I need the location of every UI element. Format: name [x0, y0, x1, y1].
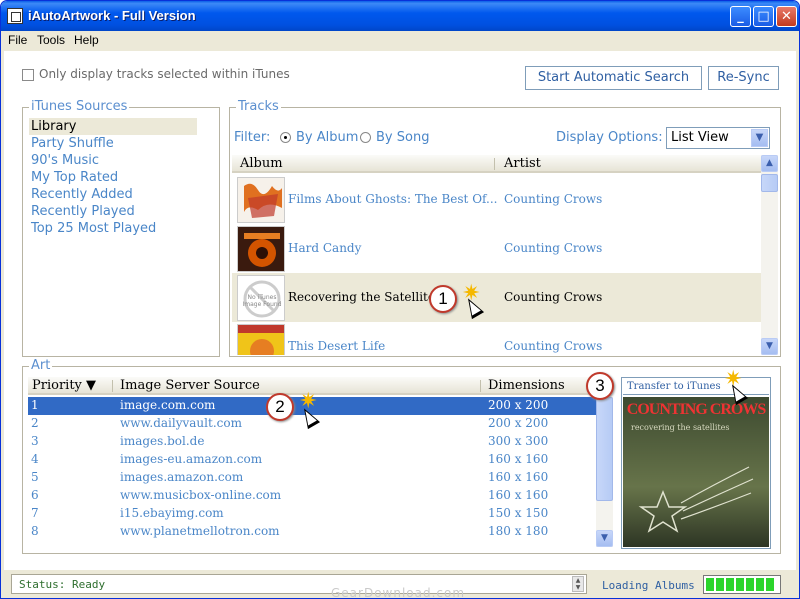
no-image-thumbnail: No iTunes Image Found [237, 275, 285, 321]
callout-3: 3 [586, 372, 614, 400]
scroll-thumb[interactable] [761, 174, 778, 192]
source-recently-played[interactable]: Recently Played [29, 203, 197, 220]
scroll-up-icon[interactable]: ▲ [761, 155, 778, 172]
dimensions-column-header[interactable]: Dimensions [488, 378, 565, 393]
preview-band-name: COUNTING CROWS [626, 401, 766, 418]
menu-help[interactable]: Help [74, 33, 99, 47]
resync-button[interactable]: Re-Sync [708, 66, 779, 90]
track-album: Recovering the Satellites [288, 290, 442, 304]
menu-tools[interactable]: Tools [37, 33, 65, 47]
source-my-top-rated[interactable]: My Top Rated [29, 169, 197, 186]
chevron-down-icon: ▼ [751, 129, 768, 147]
art-group: Art Priority ▼ Image Server Source Dimen… [22, 358, 781, 554]
app-window: iAutoArtwork - Full Version _ □ ✕ File T… [0, 0, 800, 599]
only-selected-label: Only display tracks selected within iTun… [39, 67, 290, 81]
scroll-thumb[interactable] [596, 397, 613, 501]
itunes-sources-group: iTunes Sources Library Party Shuffle 90'… [22, 99, 220, 357]
tracks-table: Album Artist Films About Ghosts: The Bes… [232, 155, 778, 355]
track-row-selected[interactable]: No iTunes Image Found Recovering the Sat… [232, 273, 761, 322]
no-image-text: No iTunes Image Found [242, 294, 282, 308]
spinner-icon[interactable]: ▲ ▼ [572, 576, 584, 592]
status-panel: Status: Ready ▲ ▼ [11, 574, 587, 594]
track-row[interactable]: This Desert Life Counting Crows [232, 322, 761, 355]
art-row[interactable]: 7 i15.ebayimg.com 150 x 150 [28, 505, 596, 523]
by-song-label: By Song [376, 130, 430, 145]
loading-progress-bar [703, 575, 781, 594]
source-party-shuffle[interactable]: Party Shuffle [29, 135, 197, 152]
track-artist: Counting Crows [504, 241, 603, 255]
preview-subtitle: recovering the satellites [631, 423, 730, 432]
maximize-button[interactable]: □ [753, 6, 774, 27]
filter-label: Filter: [234, 130, 271, 145]
album-art-preview: COUNTING CROWS recovering the satellites [623, 397, 769, 547]
artist-column-header[interactable]: Artist [504, 156, 541, 171]
tracks-legend: Tracks [236, 99, 281, 114]
sort-down-icon: ▼ [86, 378, 97, 393]
window-title: iAutoArtwork - Full Version [28, 8, 196, 23]
source-top-25[interactable]: Top 25 Most Played [29, 220, 197, 237]
start-search-button[interactable]: Start Automatic Search [525, 66, 702, 90]
track-album: Hard Candy [288, 241, 362, 255]
album-thumbnail [237, 324, 285, 355]
close-button[interactable]: ✕ [776, 6, 797, 27]
transfer-to-itunes-button[interactable]: Transfer to iTunes [623, 379, 769, 395]
menu-file[interactable]: File [8, 33, 27, 47]
art-row[interactable]: 6 www.musicbox-online.com 160 x 160 [28, 487, 596, 505]
by-album-label: By Album [296, 130, 359, 145]
display-options-label: Display Options: [556, 130, 663, 145]
art-preview-panel: Transfer to iTunes COUNTING CROWS recove… [621, 377, 771, 549]
track-artist: Counting Crows [504, 192, 603, 206]
client-area: Only display tracks selected within iTun… [4, 51, 796, 570]
tracks-scrollbar[interactable]: ▲ ▼ [761, 155, 778, 355]
track-album: This Desert Life [288, 339, 386, 353]
art-table: Priority ▼ Image Server Source Dimension… [28, 377, 613, 547]
app-icon [7, 8, 23, 24]
track-row[interactable]: Films About Ghosts: The Best Of... Count… [232, 175, 761, 224]
display-options-value: List View [671, 130, 729, 145]
callout-2: 2 [266, 393, 294, 421]
source-column-header[interactable]: Image Server Source [120, 378, 260, 393]
album-column-header[interactable]: Album [240, 156, 283, 171]
source-library[interactable]: Library [29, 118, 197, 135]
only-selected-checkbox[interactable] [22, 69, 34, 81]
tracks-table-header: Album Artist [232, 155, 761, 173]
shooting-star-icon [638, 466, 754, 533]
track-album: Films About Ghosts: The Best Of... [288, 192, 498, 206]
source-recently-added[interactable]: Recently Added [29, 186, 197, 203]
progress-fill [706, 578, 775, 591]
tracks-group: Tracks Filter: By Album By Song Display … [229, 99, 781, 357]
by-album-radio[interactable] [280, 132, 291, 143]
album-thumbnail [237, 177, 285, 223]
by-song-radio[interactable] [360, 132, 371, 143]
minimize-button[interactable]: _ [730, 6, 751, 27]
scroll-down-icon[interactable]: ▼ [761, 338, 778, 355]
itunes-sources-legend: iTunes Sources [29, 99, 130, 114]
sources-list: Library Party Shuffle 90's Music My Top … [29, 118, 197, 237]
scroll-down-icon[interactable]: ▼ [596, 530, 613, 547]
menu-bar: File Tools Help [1, 31, 799, 49]
track-artist: Counting Crows [504, 290, 603, 304]
art-legend: Art [29, 358, 53, 373]
watermark: GearDownload.com [331, 586, 466, 599]
display-options-select[interactable]: List View ▼ [666, 127, 770, 149]
priority-column-header[interactable]: Priority ▼ [32, 378, 96, 393]
callout-1: 1 [429, 285, 457, 313]
art-row[interactable]: 4 images-eu.amazon.com 160 x 160 [28, 451, 596, 469]
art-row[interactable]: 8 www.planetmellotron.com 180 x 180 [28, 523, 596, 541]
album-thumbnail [237, 226, 285, 272]
art-row[interactable]: 3 images.bol.de 300 x 300 [28, 433, 596, 451]
title-bar[interactable]: iAutoArtwork - Full Version _ □ ✕ [1, 1, 799, 31]
art-row[interactable]: 5 images.amazon.com 160 x 160 [28, 469, 596, 487]
status-text: Status: Ready [19, 578, 106, 591]
track-artist: Counting Crows [504, 339, 603, 353]
track-row[interactable]: Hard Candy Counting Crows [232, 224, 761, 273]
art-scrollbar[interactable]: ▼ [596, 397, 613, 547]
source-90s-music[interactable]: 90's Music [29, 152, 197, 169]
